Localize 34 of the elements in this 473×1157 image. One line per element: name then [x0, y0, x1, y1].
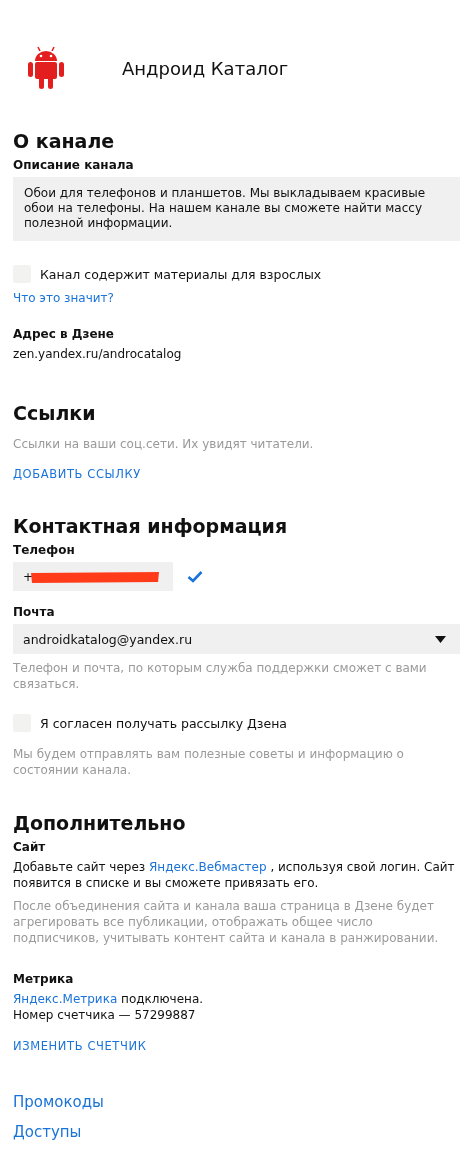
- help-link[interactable]: Что это значит?: [13, 291, 114, 305]
- site-hint: После объединения сайта и канала ваша страница в Дзене будет агрегировать все публикации, отображать общее число подписчиков, учитывать контент сайта и канала в ранжировании.: [13, 898, 440, 946]
- checkbox-label: Я согласен получать рассылку Дзена: [40, 715, 288, 731]
- footer-link[interactable]: Доступы: [13, 1123, 104, 1141]
- dropdown-caret-icon: [435, 635, 446, 643]
- channel-name: Андроид Каталог: [122, 57, 289, 79]
- counter-number: Номер счетчика — 57299887: [13, 1007, 196, 1023]
- section-title: Ссылки: [13, 402, 96, 424]
- change-counter-button[interactable]: ИЗМЕНИТЬ СЧЕТЧИК: [13, 1039, 147, 1053]
- footer-link[interactable]: Промокоды: [13, 1093, 104, 1111]
- field-label: Адрес в Дзене: [13, 327, 114, 341]
- metrika-status: Яндекс.Метрика подключена.: [13, 991, 204, 1007]
- field-label: Телефон: [13, 543, 75, 557]
- channel-address: zen.yandex.ru/androcatalog: [13, 346, 182, 362]
- section-title: Дополнительно: [13, 812, 186, 834]
- email-dropdown[interactable]: androidkatalog@yandex.ru: [13, 624, 460, 654]
- field-label: Сайт: [13, 840, 46, 854]
- section-title: Контактная информация: [13, 515, 288, 537]
- field-hint: Телефон и почта, по которым служба поддержки сможет с вами связаться.: [13, 660, 428, 692]
- field-label: Метрика: [13, 972, 74, 986]
- metrika-link[interactable]: Яндекс.Метрика: [13, 992, 118, 1006]
- phone-field[interactable]: +: [13, 562, 173, 591]
- section-hint: Ссылки на ваши соц.сети. Их увидят читатели.: [13, 436, 314, 452]
- checkbox-label: Канал содержит материалы для взрослых: [40, 266, 322, 282]
- android-icon: [26, 46, 66, 90]
- description-field[interactable]: Обои для телефонов и планшетов. Мы выкладываем красивые обои на телефоны. На нашем канале вы сможете найти массу полезной информации.: [13, 177, 460, 241]
- add-link-button[interactable]: ДОБАВИТЬ ССЫЛКУ: [13, 467, 141, 481]
- field-label: Почта: [13, 605, 55, 619]
- field-label: Описание канала: [13, 158, 134, 172]
- field-hint: Мы будем отправлять вам полезные советы и информацию о состоянии канала.: [13, 746, 405, 778]
- webmaster-link[interactable]: Яндекс.Вебмастер: [149, 860, 267, 874]
- site-instructions: Добавьте сайт через Яндекс.Вебмастер , используя свой логин. Сайт появится в списке и вы сможете привязать его.: [13, 859, 456, 891]
- section-title: О канале: [13, 130, 115, 152]
- phone-value: +: [23, 569, 34, 584]
